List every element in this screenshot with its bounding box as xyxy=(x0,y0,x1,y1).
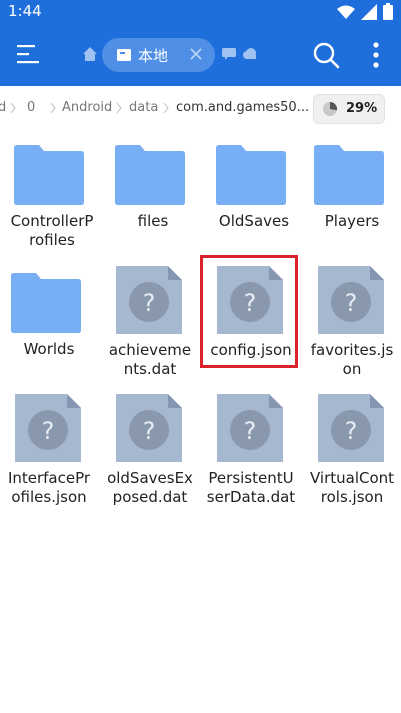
item-name: Players xyxy=(324,212,380,230)
item-name: OldSaves xyxy=(218,212,290,230)
folder-icon xyxy=(216,145,286,205)
cloud-icon[interactable] xyxy=(242,48,258,60)
chevron-right-icon xyxy=(116,102,122,114)
storage-tab-icon xyxy=(117,49,131,61)
status-bar: 1:44 xyxy=(0,0,401,24)
item-name: InterfacePr xyxy=(7,469,91,487)
unknown-file-icon: ? xyxy=(116,266,182,334)
item-name: PersistentU xyxy=(208,469,294,487)
svg-text:?: ? xyxy=(345,417,358,445)
folder-icon xyxy=(14,145,84,205)
item-name: on xyxy=(342,360,362,378)
battery-icon xyxy=(383,3,393,20)
home-icon[interactable] xyxy=(82,46,98,62)
item-name: VirtualCont xyxy=(309,469,395,487)
item-name: posed.dat xyxy=(112,488,188,506)
unknown-file-icon: ? xyxy=(217,394,283,462)
item-name: ControllerP xyxy=(10,212,94,230)
menu-icon[interactable] xyxy=(14,40,42,68)
tab-local-storage[interactable]: 本地 xyxy=(102,38,215,72)
search-icon[interactable] xyxy=(312,41,340,69)
breadcrumb-item[interactable]: data xyxy=(129,100,158,115)
item-name: rofiles xyxy=(29,231,75,249)
svg-text:?: ? xyxy=(244,417,257,445)
item-name: files xyxy=(137,212,169,230)
svg-text:?: ? xyxy=(42,417,55,445)
item-name: ofiles.json xyxy=(11,488,87,506)
status-time: 1:44 xyxy=(8,2,42,20)
svg-text:?: ? xyxy=(143,289,156,317)
item-name: favorites.js xyxy=(310,341,394,359)
folder-icon xyxy=(11,273,81,333)
breadcrumb-current[interactable]: com.and.games50... xyxy=(176,100,309,115)
storage-percent: 29% xyxy=(346,101,378,116)
folder-icon xyxy=(115,145,185,205)
pie-chart-icon xyxy=(323,102,338,116)
status-icons xyxy=(337,3,393,20)
wifi-icon xyxy=(337,5,355,19)
breadcrumb-item[interactable]: 0 xyxy=(27,100,35,115)
item-name: Worlds xyxy=(23,340,75,358)
unknown-file-icon: ? xyxy=(116,394,182,462)
more-vertical-icon[interactable] xyxy=(366,40,386,70)
item-name: oldSavesEx xyxy=(107,469,193,487)
folder-icon xyxy=(314,145,384,205)
item-name: rols.json xyxy=(320,488,384,506)
svg-text:?: ? xyxy=(143,417,156,445)
item-name: nts.dat xyxy=(123,360,177,378)
selection-highlight xyxy=(200,255,298,368)
signal-icon xyxy=(361,3,377,20)
chat-icon[interactable] xyxy=(222,48,236,60)
breadcrumb-item[interactable]: Android xyxy=(62,100,112,115)
chevron-right-icon xyxy=(163,102,169,114)
item-name: achieveme xyxy=(108,341,192,359)
close-icon[interactable] xyxy=(189,47,203,61)
chevron-right-icon xyxy=(50,102,56,114)
unknown-file-icon: ? xyxy=(15,394,81,462)
storage-usage-button[interactable]: 29% xyxy=(313,94,385,124)
item-name: serData.dat xyxy=(206,488,296,506)
svg-text:?: ? xyxy=(345,289,358,317)
chevron-right-icon xyxy=(10,102,16,114)
breadcrumb-item[interactable]: d xyxy=(0,100,6,115)
tab-label: 本地 xyxy=(138,47,169,65)
app-bar: 本地 xyxy=(0,24,401,86)
unknown-file-icon: ? xyxy=(318,266,384,334)
unknown-file-icon: ? xyxy=(318,394,384,462)
